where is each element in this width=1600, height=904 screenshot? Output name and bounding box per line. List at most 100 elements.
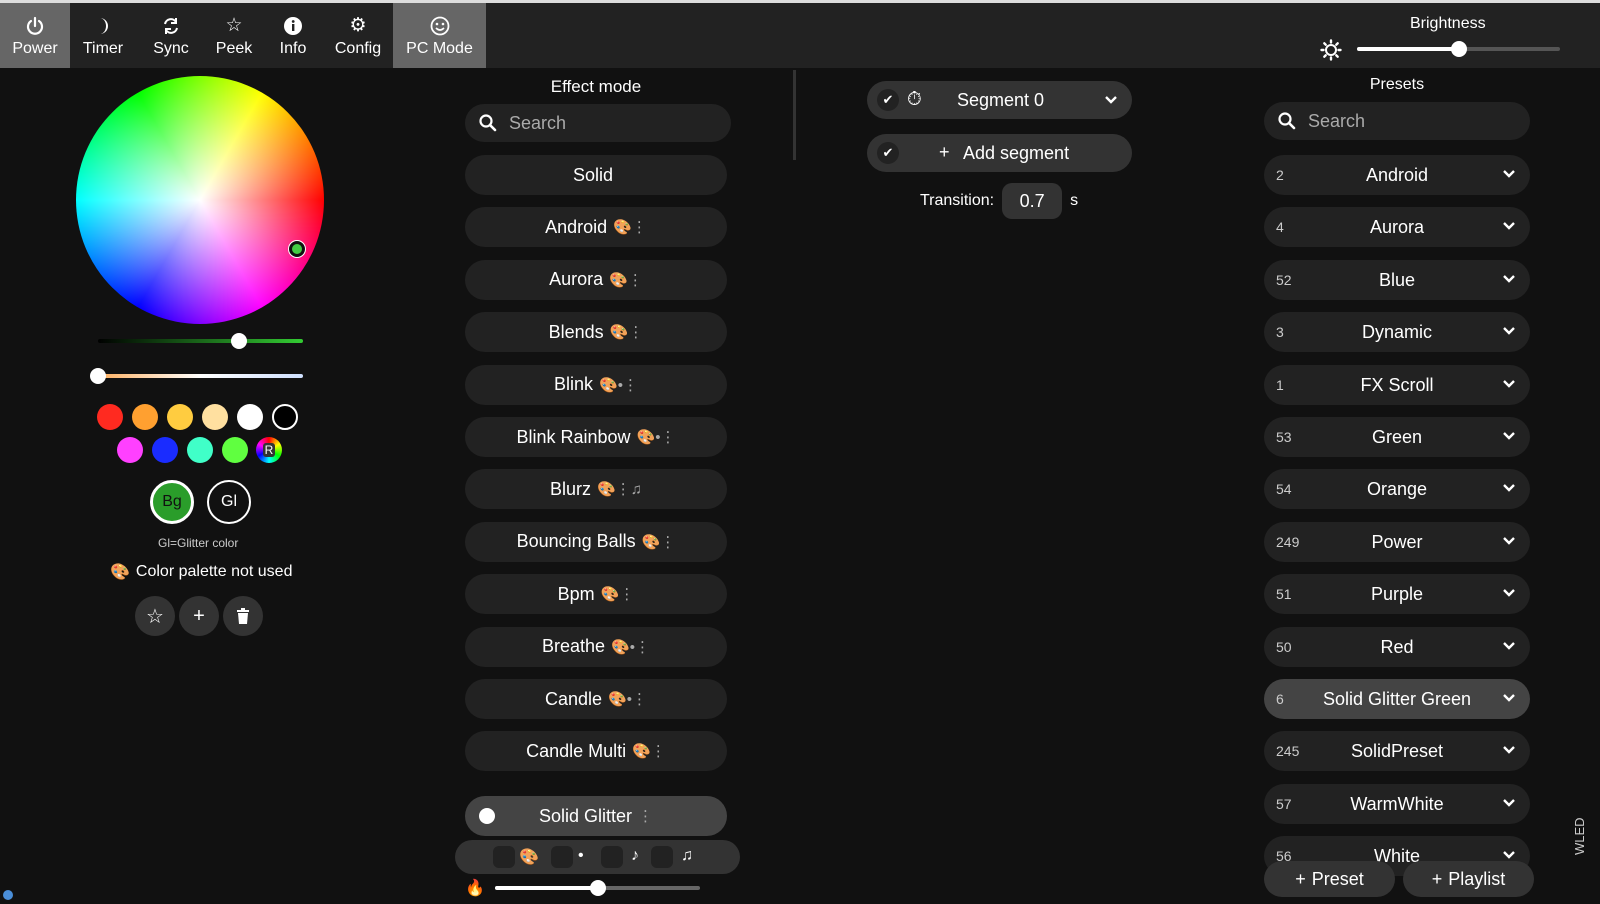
effect-speed-slider[interactable] (495, 880, 700, 896)
preset-list-item[interactable]: 57 WarmWhite (1264, 783, 1530, 824)
effect-list-item[interactable]: Bouncing Balls 🎨⋮ (465, 521, 727, 562)
add-color-button[interactable]: + (179, 596, 219, 636)
chevron-down-icon[interactable] (1502, 219, 1516, 233)
preset-list-item[interactable]: 245 SolidPreset (1264, 731, 1530, 772)
filter-single-toggle[interactable] (551, 846, 573, 868)
color-wheel-picker[interactable] (289, 241, 305, 257)
effect-speed-slider-thumb[interactable] (589, 880, 606, 896)
effect-list-item[interactable]: Blends 🎨⋮ (465, 312, 727, 353)
chevron-down-icon[interactable] (1104, 93, 1118, 107)
random-color-swatch[interactable]: R (256, 437, 282, 463)
top-toolbar: Power Timer Sync ☆ Peek Info ⚙ Config PC… (0, 0, 1600, 68)
effect-list-item[interactable]: Android 🎨⋮ (465, 207, 727, 248)
selected-effect-flags: ⋮ (638, 808, 654, 825)
color-wheel[interactable] (76, 76, 324, 324)
preset-list-item[interactable]: 2 Android (1264, 155, 1530, 195)
preset-list-item[interactable]: 249 Power (1264, 521, 1530, 562)
delete-color-button[interactable] (223, 596, 263, 636)
preset-list-item[interactable]: 52 Blue (1264, 259, 1530, 300)
effects-search-input[interactable] (509, 112, 689, 134)
brightness-slider-thumb[interactable] (1450, 41, 1467, 57)
pc-mode-button[interactable]: PC Mode (393, 3, 486, 68)
chevron-down-icon[interactable] (1502, 796, 1516, 810)
presets-search-input[interactable] (1308, 110, 1488, 132)
chevron-down-icon[interactable] (1502, 377, 1516, 391)
effect-list-item[interactable]: Bpm 🎨⋮ (465, 574, 727, 615)
chevron-down-icon[interactable] (1502, 639, 1516, 653)
add-preset-button[interactable]: + Preset (1264, 861, 1395, 897)
preset-list-item[interactable]: 3 Dynamic (1264, 312, 1530, 353)
effect-list-item[interactable]: Blurz 🎨⋮♫ (465, 469, 727, 510)
color-value-slider-thumb[interactable] (231, 333, 248, 349)
effect-flags: 🎨•⋮ (608, 691, 647, 708)
color-value-slider[interactable] (98, 333, 303, 349)
color-swatch[interactable] (187, 437, 213, 463)
peek-button[interactable]: ☆ Peek (206, 3, 262, 68)
chevron-down-icon[interactable] (1502, 481, 1516, 495)
chevron-down-icon[interactable] (1502, 691, 1516, 705)
effect-list-item[interactable]: Candle Multi 🎨⋮ (465, 731, 727, 772)
preset-list-item[interactable]: 54 Orange (1264, 469, 1530, 510)
filter-frequency-toggle[interactable] (651, 846, 673, 868)
preset-list-item[interactable]: 53 Green (1264, 417, 1530, 457)
background-color-button[interactable]: Bg (150, 480, 194, 524)
favorite-button[interactable]: ☆ (135, 596, 175, 636)
presets-search-box[interactable] (1264, 102, 1530, 140)
color-swatch[interactable] (237, 404, 263, 430)
chevron-down-icon[interactable] (1502, 429, 1516, 443)
color-swatch[interactable] (152, 437, 178, 463)
color-swatch[interactable] (222, 437, 248, 463)
white-balance-slider[interactable] (90, 368, 303, 384)
timer-button[interactable]: Timer (72, 3, 134, 68)
add-segment-button[interactable]: ✔ + Add segment (867, 134, 1132, 172)
color-swatch[interactable] (117, 437, 143, 463)
chevron-down-icon[interactable] (1502, 743, 1516, 757)
selected-effect-item[interactable]: Solid Glitter ⋮ (465, 796, 727, 836)
power-button[interactable]: Power (0, 3, 70, 68)
transition-input[interactable] (1002, 183, 1063, 219)
effect-name: Bpm (557, 583, 595, 604)
effect-name: Blink Rainbow (516, 426, 631, 447)
effect-list-item[interactable]: Candle 🎨•⋮ (465, 679, 727, 719)
filter-volume-toggle[interactable] (601, 846, 623, 868)
filter-palette-toggle[interactable] (493, 846, 515, 868)
wled-watermark: WLED (1572, 817, 1587, 855)
segment-power-checkbox[interactable]: ✔ (877, 89, 899, 111)
color-swatch[interactable] (272, 404, 298, 430)
preset-list-item[interactable]: 51 Purple (1264, 574, 1530, 615)
brightness-slider[interactable] (1357, 41, 1560, 57)
effect-list-item[interactable]: Blink Rainbow 🎨•⋮ (465, 417, 727, 457)
preset-name: Aurora (1369, 217, 1425, 238)
effect-list-item[interactable]: Solid (465, 155, 727, 195)
chevron-down-icon[interactable] (1502, 534, 1516, 548)
glitter-color-button[interactable]: Gl (207, 480, 251, 524)
preset-list-item[interactable]: 4 Aurora (1264, 207, 1530, 248)
color-swatch[interactable] (202, 404, 228, 430)
effects-scrollbar[interactable] (793, 70, 796, 160)
color-swatch[interactable] (97, 404, 123, 430)
palette-note: Color palette not used (135, 563, 293, 580)
config-button[interactable]: ⚙ Config (325, 3, 391, 68)
info-button[interactable]: Info (266, 3, 320, 68)
effects-search-box[interactable] (465, 104, 731, 142)
preset-list-item[interactable]: 6 Solid Glitter Green (1264, 679, 1530, 719)
add-segment-label: Add segment (963, 143, 1070, 163)
brightness-label: Brightness (1410, 15, 1486, 32)
preset-list-item[interactable]: 1 FX Scroll (1264, 364, 1530, 405)
white-balance-slider-thumb[interactable] (90, 368, 106, 384)
preset-list-item[interactable]: 50 Red (1264, 626, 1530, 667)
color-swatch[interactable] (167, 404, 193, 430)
add-segment-checkbox[interactable]: ✔ (877, 142, 899, 164)
filter-volume-icon: ♪ (631, 847, 639, 864)
chevron-down-icon[interactable] (1502, 324, 1516, 338)
add-playlist-button[interactable]: + Playlist (1403, 861, 1534, 897)
chevron-down-icon[interactable] (1502, 167, 1516, 181)
effect-list-item[interactable]: Blink 🎨•⋮ (465, 364, 727, 405)
sync-button[interactable]: Sync (141, 3, 201, 68)
chevron-down-icon[interactable] (1502, 586, 1516, 600)
chevron-down-icon[interactable] (1502, 272, 1516, 286)
segment-0-row[interactable]: ✔ ⏱ Segment 0 (867, 81, 1132, 119)
effect-list-item[interactable]: Breathe 🎨•⋮ (465, 626, 727, 667)
effect-list-item[interactable]: Aurora 🎨⋮ (465, 259, 727, 300)
color-swatch[interactable] (132, 404, 158, 430)
